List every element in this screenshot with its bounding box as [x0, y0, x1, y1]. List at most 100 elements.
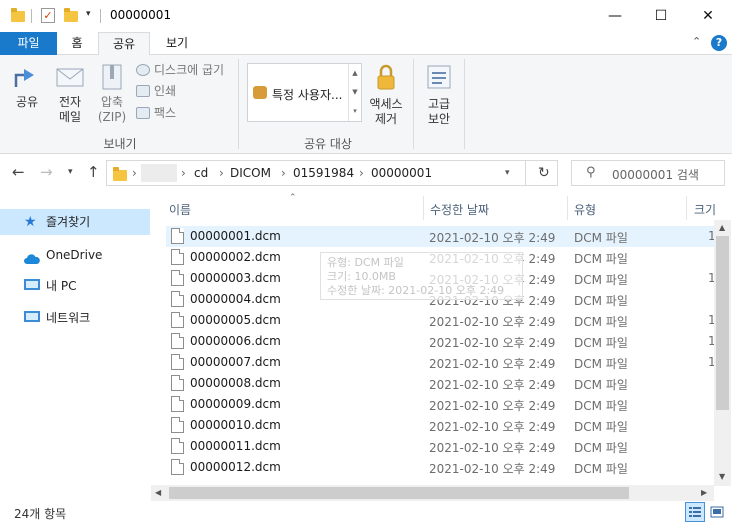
- collapse-ribbon-icon[interactable]: ⌃: [692, 35, 701, 48]
- share-with-gallery[interactable]: 특정 사용자... ▲ ▼ ▾: [247, 63, 362, 122]
- back-arrow-icon[interactable]: ←: [12, 163, 25, 181]
- scroll-up-icon[interactable]: ▲: [719, 223, 725, 232]
- tab-share[interactable]: 공유: [98, 32, 150, 56]
- breadcrumb-item[interactable]: 01591984: [293, 166, 354, 180]
- column-header-name[interactable]: 이름: [169, 201, 191, 218]
- properties-icon[interactable]: ✓: [41, 8, 55, 23]
- file-name[interactable]: 00000002.dcm: [190, 250, 281, 264]
- cloud-icon: [24, 248, 40, 264]
- zip-icon: [102, 64, 122, 90]
- printer-icon: [136, 85, 150, 97]
- scroll-right-icon[interactable]: ▶: [701, 488, 707, 497]
- maximize-button[interactable]: ☐: [638, 0, 684, 32]
- file-name[interactable]: 00000007.dcm: [190, 355, 281, 369]
- file-name[interactable]: 00000006.dcm: [190, 334, 281, 348]
- address-bar[interactable]: › › cd › DICOM › 01591984 › 00000001 ▾ ↻: [106, 160, 558, 186]
- refresh-icon[interactable]: ↻: [538, 165, 550, 181]
- vertical-scrollbar[interactable]: ▲ ▼: [714, 220, 731, 486]
- address-dropdown-icon[interactable]: ▾: [505, 168, 510, 178]
- column-divider[interactable]: [423, 196, 424, 220]
- file-name[interactable]: 00000009.dcm: [190, 397, 281, 411]
- nav-item-network[interactable]: 네트워크: [0, 305, 150, 331]
- horizontal-scrollbar[interactable]: ◀ ▶: [151, 485, 714, 501]
- breadcrumb-separator[interactable]: ›: [219, 166, 224, 180]
- file-icon: [171, 354, 184, 370]
- disc-icon: [136, 64, 150, 76]
- file-row[interactable]: 00000007.dcm 2021-02-10 오후 2:49 DCM 파일 1: [166, 352, 714, 373]
- ribbon-tabs: 파일 홈 공유 보기 ⌃: [0, 32, 732, 56]
- column-header-size[interactable]: 크기: [694, 201, 716, 218]
- new-folder-icon[interactable]: [64, 8, 78, 22]
- vertical-scroll-thumb[interactable]: [716, 236, 729, 410]
- up-arrow-icon[interactable]: ↑: [87, 163, 100, 181]
- close-button[interactable]: ✕: [685, 0, 731, 32]
- file-row[interactable]: 00000012.dcm 2021-02-10 오후 2:49 DCM 파일: [166, 457, 714, 478]
- scroll-down-icon[interactable]: ▼: [719, 472, 725, 481]
- file-name[interactable]: 00000012.dcm: [190, 460, 281, 474]
- breadcrumb-separator[interactable]: ›: [359, 166, 364, 180]
- scroll-left-icon[interactable]: ◀: [155, 488, 161, 497]
- large-icons-view-button[interactable]: [707, 502, 727, 522]
- file-row[interactable]: 00000001.dcm 2021-02-10 오후 2:49 DCM 파일 1: [166, 226, 714, 247]
- nav-item-onedrive[interactable]: OneDrive: [0, 242, 150, 268]
- breadcrumb-separator[interactable]: ›: [132, 166, 137, 180]
- file-row[interactable]: 00000009.dcm 2021-02-10 오후 2:49 DCM 파일: [166, 394, 714, 415]
- breadcrumb-item[interactable]: cd: [194, 166, 208, 180]
- breadcrumb-separator[interactable]: ›: [281, 166, 286, 180]
- column-header-date[interactable]: 수정한 날짜: [430, 201, 489, 218]
- fax-button[interactable]: 팩스: [136, 104, 176, 122]
- search-box[interactable]: ⚲ 00000001 검색: [571, 160, 725, 186]
- gallery-scroll[interactable]: ▲ ▼ ▾: [348, 64, 361, 121]
- remove-access-button[interactable]: 액세스 제거: [364, 63, 408, 127]
- file-name[interactable]: 00000011.dcm: [190, 439, 281, 453]
- forward-arrow-icon[interactable]: →: [40, 163, 53, 181]
- advanced-security-label: 고급 보안: [427, 97, 451, 126]
- redacted-crumb[interactable]: [141, 164, 177, 182]
- file-date: 2021-02-10 오후 2:49: [429, 441, 556, 455]
- share-button[interactable]: 공유: [8, 63, 46, 110]
- search-input[interactable]: 00000001 검색: [612, 166, 699, 183]
- minimize-button[interactable]: —: [592, 0, 638, 32]
- file-row[interactable]: 00000006.dcm 2021-02-10 오후 2:49 DCM 파일 1: [166, 331, 714, 352]
- tab-home[interactable]: 홈: [58, 32, 96, 55]
- file-row[interactable]: 00000010.dcm 2021-02-10 오후 2:49 DCM 파일: [166, 415, 714, 436]
- customize-quick-access-icon[interactable]: ▾: [86, 9, 91, 19]
- file-icon: [171, 459, 184, 475]
- file-row[interactable]: 00000011.dcm 2021-02-10 오후 2:49 DCM 파일: [166, 436, 714, 457]
- column-header-type[interactable]: 유형: [574, 201, 596, 218]
- zip-button[interactable]: 압축 (ZIP): [94, 63, 130, 125]
- file-name[interactable]: 00000005.dcm: [190, 313, 281, 327]
- file-type: DCM 파일: [574, 399, 628, 413]
- tab-view[interactable]: 보기: [152, 32, 202, 55]
- nav-label: 내 PC: [46, 279, 77, 293]
- file-icon: [171, 438, 184, 454]
- column-divider[interactable]: [686, 196, 687, 220]
- breadcrumb-item[interactable]: DICOM: [230, 166, 271, 180]
- burn-disc-button[interactable]: 디스크에 굽기: [136, 61, 224, 79]
- ribbon: 공유 전자 메일 압축 (ZIP) 디스크에 굽기 인쇄 팩스 보내기 특정 사…: [0, 55, 732, 154]
- nav-item-this-pc[interactable]: 내 PC: [0, 273, 150, 299]
- share-with-option[interactable]: 특정 사용자...: [272, 86, 342, 103]
- breadcrumb-item[interactable]: 00000001: [371, 166, 432, 180]
- file-name[interactable]: 00000008.dcm: [190, 376, 281, 390]
- column-divider[interactable]: [567, 196, 568, 220]
- file-name[interactable]: 00000010.dcm: [190, 418, 281, 432]
- email-button[interactable]: 전자 메일: [50, 63, 90, 125]
- recent-locations-icon[interactable]: ▾: [68, 167, 73, 177]
- tab-file[interactable]: 파일: [0, 32, 57, 55]
- file-row[interactable]: 00000008.dcm 2021-02-10 오후 2:49 DCM 파일: [166, 373, 714, 394]
- print-button[interactable]: 인쇄: [136, 82, 176, 100]
- nav-item-quick-access[interactable]: ★ 즐겨찾기: [0, 209, 150, 235]
- horizontal-scroll-thumb[interactable]: [169, 487, 629, 499]
- breadcrumb-separator[interactable]: ›: [181, 166, 186, 180]
- advanced-security-button[interactable]: 고급 보안: [418, 63, 460, 127]
- group-separator: [238, 59, 239, 149]
- file-name[interactable]: 00000004.dcm: [190, 292, 281, 306]
- file-name[interactable]: 00000003.dcm: [190, 271, 281, 285]
- details-view-button[interactable]: [685, 502, 705, 522]
- nav-label: 즐겨찾기: [46, 215, 91, 229]
- help-icon[interactable]: ?: [711, 35, 727, 51]
- file-name[interactable]: 00000001.dcm: [190, 229, 281, 243]
- file-date: 2021-02-10 오후 2:49: [429, 420, 556, 434]
- file-row[interactable]: 00000005.dcm 2021-02-10 오후 2:49 DCM 파일 1: [166, 310, 714, 331]
